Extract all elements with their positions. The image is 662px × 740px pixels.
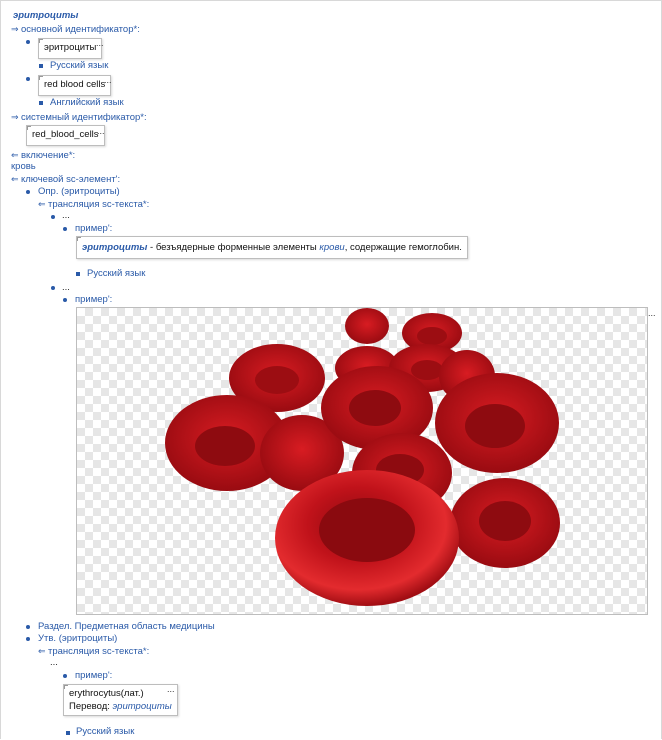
square-bullet-icon	[39, 64, 43, 68]
key-element-label[interactable]: ключевой sc-элемент':	[21, 174, 120, 185]
stmt-example-label[interactable]: пример':	[75, 670, 112, 682]
bullet-icon	[26, 40, 30, 44]
page-title[interactable]: эритроциты	[13, 10, 78, 21]
bullet-icon	[26, 190, 30, 194]
bullet-icon	[26, 637, 30, 641]
arrow-left-icon: ⇐	[11, 150, 19, 160]
stmt-lang-link[interactable]: Русский язык	[76, 726, 134, 738]
inclusion-value[interactable]: кровь	[11, 161, 36, 173]
more-dots[interactable]: ...	[648, 308, 656, 318]
lang-ru-link[interactable]: Русский язык	[50, 60, 108, 72]
bullet-icon	[26, 77, 30, 81]
stmt-line2-prefix: Перевод:	[69, 701, 113, 712]
translation-label[interactable]: трансляция sc-текста*:	[48, 199, 149, 210]
statement-link[interactable]: Утв. (эритроциты)	[38, 633, 117, 645]
bullet-icon	[26, 625, 30, 629]
lang-en-link[interactable]: Английский язык	[50, 97, 124, 109]
arrow-left-icon: ⇐	[11, 174, 19, 184]
bullet-icon	[63, 298, 67, 302]
more-dots[interactable]: ...	[104, 75, 112, 85]
cell-group	[165, 308, 560, 606]
main-id-row[interactable]: ⇒ основной идентификатор*:	[11, 23, 140, 36]
bullet-icon	[51, 286, 55, 290]
arrow-right-icon: ⇒	[11, 112, 19, 122]
stmt-line2: Перевод: эритроциты	[69, 700, 172, 713]
more-dots[interactable]: ...	[96, 38, 104, 48]
def-text-part2: , содержащие гемоглобин.	[344, 242, 462, 253]
bullet-icon	[63, 227, 67, 231]
more-dots[interactable]: ...	[97, 126, 105, 136]
more-dots[interactable]: ...	[430, 238, 438, 248]
bullet-icon	[63, 674, 67, 678]
bullet-icon	[51, 215, 55, 219]
key-element-row[interactable]: ⇐ ключевой sc-элемент':	[11, 173, 120, 186]
square-bullet-icon	[39, 101, 43, 105]
stmt-line1: erythrocytus(лат.)	[69, 688, 144, 699]
red-blood-cells-illustration	[165, 308, 560, 606]
def-term-link[interactable]: эритроциты	[82, 242, 147, 253]
square-bullet-icon	[66, 731, 70, 735]
def-text-part1: - безъядерные форменные элементы	[147, 242, 320, 253]
stmt-translation-label[interactable]: трансляция sc-текста*:	[48, 646, 149, 657]
more-dots[interactable]: ...	[167, 684, 175, 694]
arrow-left-icon: ⇐	[38, 199, 46, 209]
arrow-left-icon: ⇐	[38, 646, 46, 656]
def-blood-link[interactable]: крови	[319, 242, 344, 253]
sys-id-label[interactable]: системный идентификатор*:	[21, 112, 147, 123]
definition-link[interactable]: Опр. (эритроциты)	[38, 186, 120, 198]
main-id-box-ru[interactable]: эритроциты	[38, 38, 103, 59]
main-id-label[interactable]: основной идентификатор*:	[21, 24, 140, 35]
sys-id-row[interactable]: ⇒ системный идентификатор*:	[11, 111, 147, 124]
ellipsis-node[interactable]: ...	[62, 282, 70, 294]
red-blood-cells-image[interactable]	[76, 307, 648, 615]
statement-text-box[interactable]: erythrocytus(лат.) Перевод: эритроциты	[63, 684, 178, 716]
square-bullet-icon	[76, 272, 80, 276]
ellipsis-node[interactable]: ...	[62, 210, 70, 222]
example-label[interactable]: пример':	[75, 223, 112, 235]
inclusion-label[interactable]: включение*:	[21, 150, 75, 161]
stmt-term-link[interactable]: эритроциты	[113, 701, 172, 712]
sys-id-box[interactable]: red_blood_cells	[26, 125, 105, 146]
ellipsis-node[interactable]: ...	[50, 657, 58, 669]
definition-text-box[interactable]: эритроциты - безъядерные форменные элеме…	[76, 236, 468, 259]
example-label[interactable]: пример':	[75, 294, 112, 306]
arrow-right-icon: ⇒	[11, 24, 19, 34]
def-lang-link[interactable]: Русский язык	[87, 268, 145, 280]
main-id-box-en[interactable]: red blood cells	[38, 75, 112, 96]
translation-row[interactable]: ⇐ трансляция sc-текста*:	[38, 198, 149, 211]
section-link[interactable]: Раздел. Предметная область медицины	[38, 621, 215, 633]
